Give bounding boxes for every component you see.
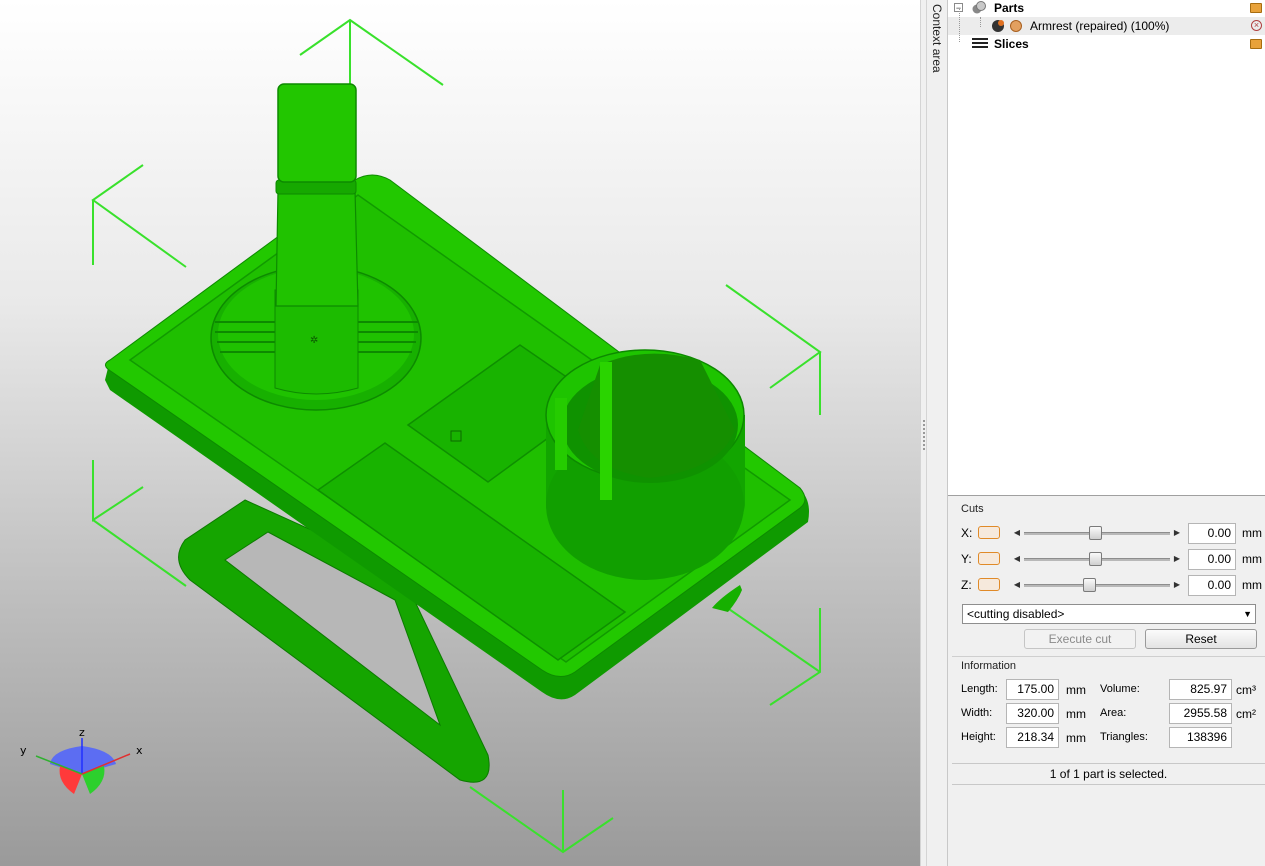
part-item-label: Armrest (repaired) (100%)	[1030, 19, 1170, 33]
gizmo-y-label: y	[20, 744, 27, 757]
section-divider	[952, 656, 1265, 657]
arrow-right-icon[interactable]: ▶	[1172, 526, 1182, 540]
volume-value: 825.97	[1169, 679, 1232, 700]
execute-cut-button[interactable]: Execute cut	[1024, 629, 1136, 649]
cut-y-label: Y:	[961, 552, 972, 566]
width-unit: mm	[1066, 707, 1086, 721]
cut-y-slider[interactable]: ◀ ▶	[1012, 552, 1182, 566]
cut-x-unit: mm	[1242, 526, 1262, 540]
cut-y-slider-thumb[interactable]	[1089, 552, 1102, 566]
object-tree[interactable]: − Parts Armrest (repaired) (100%) × Slic…	[948, 0, 1265, 496]
panel-splitter[interactable]	[920, 0, 927, 866]
triangles-label: Triangles:	[1100, 731, 1148, 743]
height-unit: mm	[1066, 731, 1086, 745]
cut-z-toggle[interactable]	[978, 578, 1000, 591]
volume-label: Volume:	[1100, 683, 1140, 695]
tree-guide-line	[959, 9, 961, 42]
remove-part-icon[interactable]: ×	[1251, 20, 1262, 31]
cut-x-label: X:	[961, 526, 973, 540]
chevron-down-icon[interactable]: ▼	[1243, 605, 1252, 623]
cut-y-value[interactable]: 0.00	[1188, 549, 1236, 570]
selection-status: 1 of 1 part is selected.	[952, 763, 1265, 785]
reset-button[interactable]: Reset	[1145, 629, 1257, 649]
cut-z-label: Z:	[961, 578, 972, 592]
cut-y-toggle[interactable]	[978, 552, 1000, 565]
area-unit: cm²	[1236, 707, 1256, 721]
length-label: Length:	[961, 683, 998, 695]
cut-z-unit: mm	[1242, 578, 1262, 592]
cut-z-slider-thumb[interactable]	[1083, 578, 1096, 592]
axes-gizmo: z x y	[12, 724, 162, 804]
cut-z-slider[interactable]: ◀ ▶	[1012, 578, 1182, 592]
cut-x-value[interactable]: 0.00	[1188, 523, 1236, 544]
arrow-left-icon[interactable]: ◀	[1012, 552, 1022, 566]
slices-label: Slices	[994, 37, 1029, 51]
height-value: 218.34	[1006, 727, 1059, 748]
tree-guide-line	[980, 17, 982, 27]
cuts-title: Cuts	[961, 503, 984, 515]
cuts-group: Cuts X: ◀ ▶ 0.00 mm Y: ◀ ▶ 0.00 mm Z: ◀ …	[952, 501, 1265, 653]
cut-x-toggle[interactable]	[978, 526, 1000, 539]
cut-mode-value: <cutting disabled>	[967, 607, 1065, 621]
length-unit: mm	[1066, 683, 1086, 697]
arrow-right-icon[interactable]: ▶	[1172, 578, 1182, 592]
arrow-left-icon[interactable]: ◀	[1012, 578, 1022, 592]
tree-row-slices[interactable]: Slices	[948, 35, 1265, 53]
area-value: 2955.58	[1169, 703, 1232, 724]
parts-label: Parts	[994, 1, 1025, 15]
arrow-right-icon[interactable]: ▶	[1172, 552, 1182, 566]
context-area-label: Context area	[930, 4, 944, 73]
arrow-left-icon[interactable]: ◀	[1012, 526, 1022, 540]
tree-row-parts[interactable]: − Parts	[948, 0, 1265, 17]
area-label: Area:	[1100, 707, 1127, 719]
3d-viewport[interactable]: ✲ z x y	[0, 0, 920, 866]
width-value: 320.00	[1006, 703, 1059, 724]
cut-mode-select[interactable]: <cutting disabled> ▼	[962, 604, 1256, 624]
svg-text:✲: ✲	[310, 335, 318, 346]
information-group: Information Length: 175.00 mm Volume: 82…	[952, 658, 1265, 758]
context-area-tab[interactable]: Context area	[927, 0, 948, 866]
cut-y-unit: mm	[1242, 552, 1262, 566]
gizmo-z-label: z	[79, 726, 85, 739]
cut-z-value[interactable]: 0.00	[1188, 575, 1236, 596]
visibility-eye-icon[interactable]	[1010, 20, 1022, 32]
splitter-grip[interactable]	[923, 420, 925, 450]
length-value: 175.00	[1006, 679, 1059, 700]
triangles-value: 138396	[1169, 727, 1232, 748]
slices-icon	[972, 38, 988, 50]
volume-unit: cm³	[1236, 683, 1256, 697]
height-label: Height:	[961, 731, 996, 743]
parts-group-icon	[972, 1, 986, 14]
gizmo-x-label: x	[136, 744, 143, 757]
part-mesh-icon	[992, 20, 1004, 32]
folder-open-icon[interactable]	[1250, 3, 1262, 13]
slices-folder-icon[interactable]	[1250, 39, 1262, 49]
information-title: Information	[961, 660, 1017, 672]
width-label: Width:	[961, 707, 993, 719]
cup-holder	[545, 349, 745, 580]
cut-x-slider-thumb[interactable]	[1089, 526, 1102, 540]
cut-x-slider[interactable]: ◀ ▶	[1012, 526, 1182, 540]
tree-row-part-item[interactable]: Armrest (repaired) (100%) ×	[948, 17, 1265, 35]
